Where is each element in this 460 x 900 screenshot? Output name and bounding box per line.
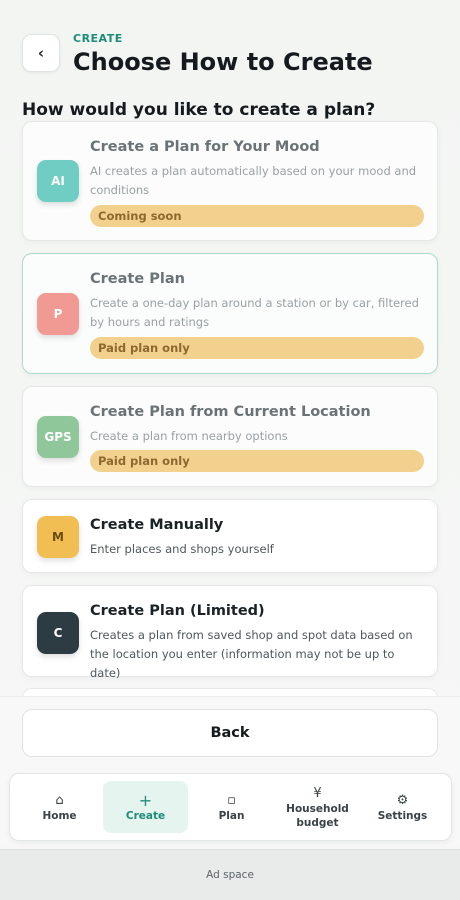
option-title: Create Plan (Limited) <box>90 603 265 619</box>
c-icon: C <box>37 612 79 654</box>
tab-label: Household budget <box>286 802 349 829</box>
tab-create[interactable]: + Create <box>103 781 188 833</box>
m-icon: M <box>37 516 79 558</box>
option-description: Create a one-day plan around a station o… <box>90 296 419 329</box>
option-card-create-plan[interactable]: P Create Plan Create a one-day plan arou… <box>22 253 438 374</box>
ai-icon: AI <box>37 160 79 202</box>
option-card-current-location[interactable]: GPS Create Plan from Current Location Cr… <box>22 386 438 487</box>
tab-home[interactable]: ⌂ Home <box>17 781 102 833</box>
plus-icon: + <box>138 790 153 810</box>
back-arrow-button[interactable]: ‹ <box>22 34 60 72</box>
gps-icon: GPS <box>37 416 79 458</box>
option-card-limited[interactable]: C Create Plan (Limited) Creates a plan f… <box>22 585 438 680</box>
tab-label: Home <box>42 809 77 822</box>
status-badge: Paid plan only <box>90 450 424 472</box>
tab-household-budget[interactable]: ¥ Household budget <box>275 781 360 833</box>
option-description: Create a plan from nearby options <box>90 429 288 443</box>
ad-space: Ad space <box>0 849 460 900</box>
section-eyebrow: CREATE <box>73 32 123 45</box>
option-description: AI creates a plan automatically based on… <box>90 164 417 197</box>
bottom-tab-bar: ⌂ Home + Create ▫ Plan ¥ Household budge… <box>9 773 452 841</box>
option-title: Create Plan <box>90 271 185 287</box>
tab-label: Settings <box>377 809 428 822</box>
gear-icon: ⚙ <box>396 792 409 808</box>
section-question: How would you like to create a plan? <box>22 100 376 120</box>
p-icon: P <box>37 293 79 335</box>
square-icon: ▫ <box>227 792 236 808</box>
chevron-left-icon: ‹ <box>37 44 45 62</box>
option-title: Create Plan from Current Location <box>90 404 371 420</box>
option-card-manual[interactable]: M Create Manually Enter places and shops… <box>22 499 438 573</box>
option-description: Enter places and shops yourself <box>90 542 274 556</box>
home-icon: ⌂ <box>55 792 64 808</box>
tab-settings[interactable]: ⚙ Settings <box>360 781 445 833</box>
status-badge: Paid plan only <box>90 337 424 359</box>
back-button[interactable]: Back <box>22 709 438 757</box>
option-title: Create Manually <box>90 517 224 533</box>
tab-label: Create <box>125 809 166 822</box>
header: ‹ CREATE Choose How to Create <box>22 30 442 80</box>
page-title: Choose How to Create <box>73 48 373 76</box>
tab-label: Plan <box>218 809 245 822</box>
status-badge: Coming soon <box>90 205 424 227</box>
option-title: Create a Plan for Your Mood <box>90 139 320 155</box>
yen-icon: ¥ <box>313 785 322 801</box>
option-description: Creates a plan from saved shop and spot … <box>90 628 413 680</box>
tab-plan[interactable]: ▫ Plan <box>189 781 274 833</box>
option-card-mood-plan[interactable]: AI Create a Plan for Your Mood AI create… <box>22 121 438 241</box>
